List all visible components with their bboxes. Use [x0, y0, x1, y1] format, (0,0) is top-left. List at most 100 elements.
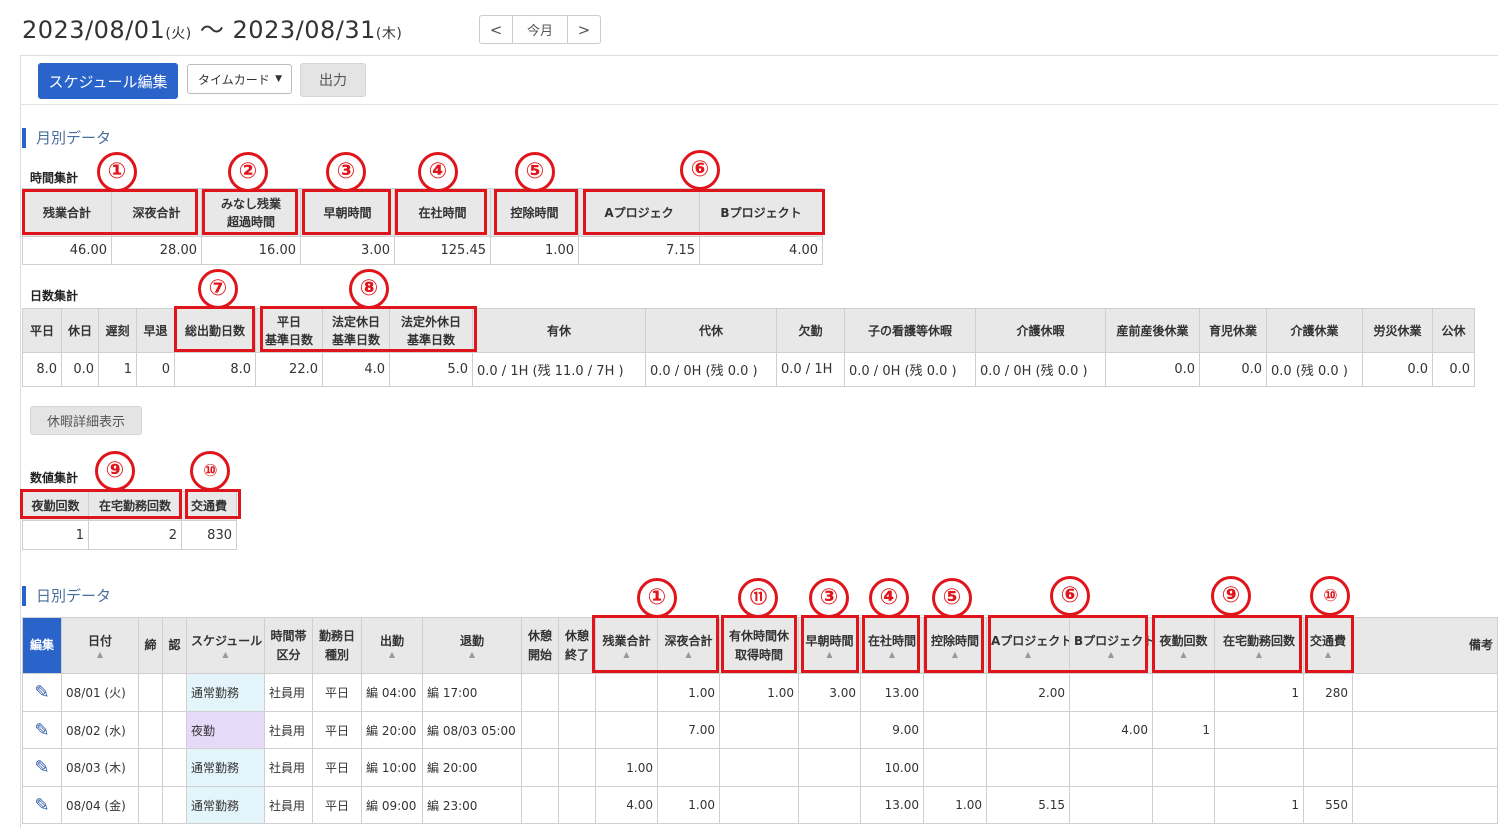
header-clock-out[interactable]: 退勤 ▲ [422, 617, 522, 674]
table-row: ✎ 08/01 (火) 通常勤務 社員用 平日 編 04:00 編 17:00 … [22, 673, 1498, 712]
schedule-edit-button[interactable]: スケジュール編集 [38, 63, 178, 99]
row-lock [138, 786, 163, 824]
row-break-end [558, 748, 596, 787]
row-overtime: 4.00 [595, 786, 658, 824]
row-remote [1214, 711, 1304, 749]
annotation-number-3-daily: ③ [809, 578, 849, 618]
annotation-box-6 [583, 189, 825, 235]
header-line: 休憩 [564, 628, 589, 643]
row-clock-in: 編 04:00 [361, 673, 423, 712]
annotation-box-11 [721, 615, 797, 673]
row-proj-a: 5.15 [986, 786, 1070, 824]
row-schedule: 夜勤 [186, 711, 265, 749]
row-night-count [1152, 673, 1215, 712]
row-deduct: 1.00 [923, 786, 987, 824]
row-break-end [558, 673, 596, 712]
chevron-left-icon[interactable]: < [480, 16, 512, 43]
header-clock-in[interactable]: 出勤 ▲ [361, 617, 423, 674]
header-line: 勤務日 [318, 628, 355, 643]
row-clock-in: 編 09:00 [361, 786, 423, 824]
days-value: 1 [98, 352, 137, 387]
annotation-box-9-daily [1152, 615, 1302, 673]
sort-icon: ▲ [96, 650, 104, 659]
time-value: 28.00 [111, 236, 202, 265]
time-value: 3.00 [300, 236, 395, 265]
days-value: 0.0 / 0H (残 0.0 ) [844, 352, 976, 387]
days-value: 0.0 / 1H (残 11.0 / 7H ) [472, 352, 646, 387]
header-label: 日付 [87, 634, 112, 648]
header-work-injury-leave: 労災休業 [1362, 308, 1433, 353]
header-line: 休憩 [527, 628, 552, 643]
annotation-number-9-daily: ⑨ [1211, 576, 1251, 616]
days-value: 8.0 [22, 352, 62, 387]
row-early [798, 748, 861, 787]
row-clock-out: 編 17:00 [422, 673, 522, 712]
annotation-number-2: ② [228, 152, 268, 192]
row-paid [719, 711, 799, 749]
row-break-start [521, 748, 559, 787]
count-value: 1 [22, 520, 89, 550]
annotation-number-1-daily: ① [637, 578, 677, 618]
header-date[interactable]: 日付 ▲ [61, 617, 139, 674]
time-value: 4.00 [699, 236, 823, 265]
header-schedule[interactable]: スケジュール ▲ [186, 617, 265, 674]
pencil-icon[interactable]: ✎ [22, 786, 62, 824]
annotation-number-4-daily: ④ [869, 578, 909, 618]
row-lock [138, 748, 163, 787]
row-proj-a [986, 711, 1070, 749]
output-button[interactable]: 出力 [300, 63, 366, 97]
annotation-number-6-daily: ⑥ [1050, 576, 1090, 616]
this-month-button[interactable]: 今月 [512, 16, 568, 43]
row-early [798, 786, 861, 824]
row-night-count [1152, 786, 1215, 824]
annotation-box-5 [494, 189, 578, 235]
row-paid [719, 786, 799, 824]
pencil-icon[interactable]: ✎ [22, 711, 62, 749]
row-night [657, 748, 720, 787]
row-night: 7.00 [657, 711, 720, 749]
header-line: 区分 [276, 647, 301, 662]
row-office: 10.00 [860, 748, 924, 787]
row-schedule: 通常勤務 [186, 786, 265, 824]
days-value: 0.0 [61, 352, 99, 387]
annotation-box-5-daily [924, 615, 984, 673]
row-office: 13.00 [860, 673, 924, 712]
header-late: 遅刻 [98, 308, 137, 353]
time-summary-title: 時間集計 [30, 171, 79, 185]
row-night: 1.00 [657, 786, 720, 824]
annotation-box-3 [302, 189, 391, 235]
row-transport [1303, 711, 1353, 749]
header-line: 種別 [324, 647, 349, 662]
annotation-number-4: ④ [418, 152, 458, 192]
row-night: 1.00 [657, 673, 720, 712]
row-approve [162, 711, 187, 749]
row-lock [138, 673, 163, 712]
end-dow: (木) [375, 26, 403, 42]
days-value: 0.0 / 0H (残 0.0 ) [975, 352, 1106, 387]
header-paid-leave: 有休 [472, 308, 646, 353]
leave-detail-button[interactable]: 休暇詳細表示 [30, 406, 142, 435]
header-maternity-leave: 産前産後休業 [1105, 308, 1200, 353]
row-transport [1303, 748, 1353, 787]
row-proj-b: 4.00 [1069, 711, 1153, 749]
pencil-icon[interactable]: ✎ [22, 748, 62, 787]
header-label: 出勤 [379, 634, 404, 648]
row-overtime [595, 673, 658, 712]
row-date: 08/03 (木) [61, 748, 139, 787]
count-value: 830 [181, 520, 237, 550]
days-value: 0.0 [1199, 352, 1267, 387]
annotation-box-3-daily [801, 615, 859, 673]
header-early-leave: 早退 [136, 308, 175, 353]
row-remarks [1352, 711, 1498, 749]
time-value: 1.00 [490, 236, 579, 265]
header-break-start: 休憩 開始 [521, 617, 559, 674]
header-nursing-leave: 介護休業 [1266, 308, 1363, 353]
pencil-icon[interactable]: ✎ [22, 673, 62, 712]
caret-down-icon: ▼ [275, 74, 282, 84]
chevron-right-icon[interactable]: > [568, 16, 600, 43]
annotation-box-4 [395, 189, 487, 235]
days-value: 0.0 (残 0.0 ) [1266, 352, 1363, 387]
annotation-box-7 [174, 306, 255, 352]
row-break-start [521, 673, 559, 712]
timecard-select[interactable]: タイムカード ▼ [187, 64, 292, 94]
